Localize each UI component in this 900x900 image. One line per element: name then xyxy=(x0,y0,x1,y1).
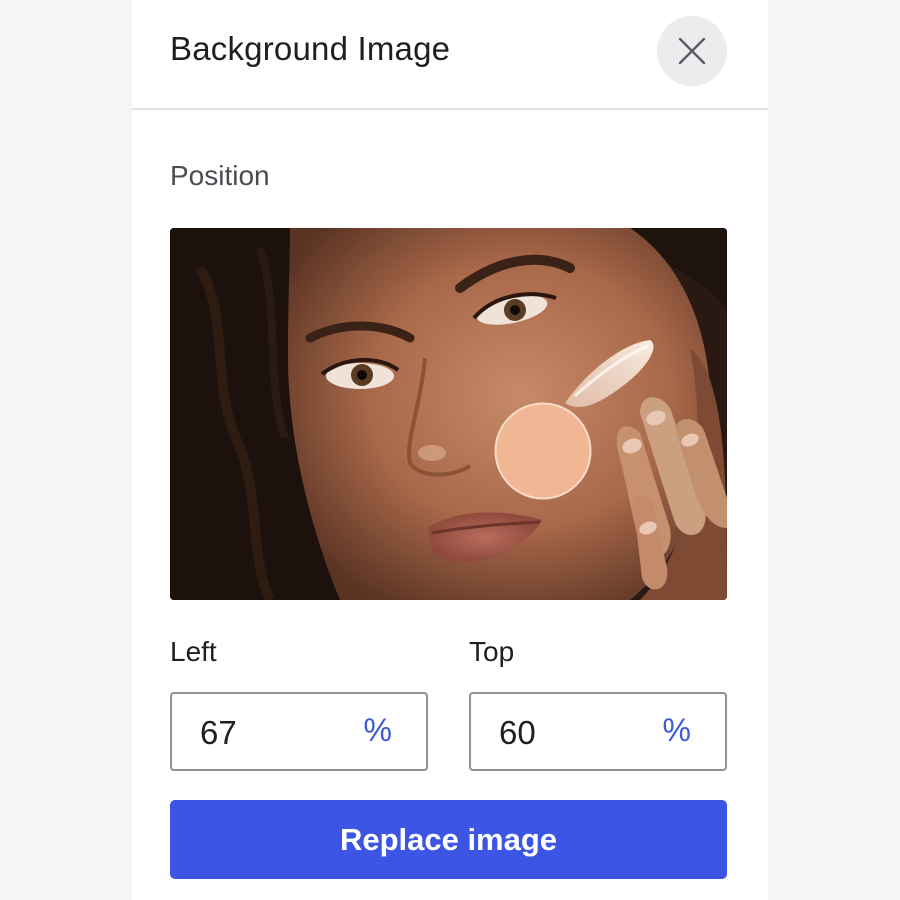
background-image-preview xyxy=(170,228,727,600)
top-field-label: Top xyxy=(469,636,515,667)
panel-header: Background Image xyxy=(132,0,768,110)
replace-image-button[interactable]: Replace image xyxy=(170,800,727,879)
focal-point-picker[interactable] xyxy=(170,228,727,600)
position-label: Position xyxy=(170,160,270,191)
panel-title: Background Image xyxy=(170,30,451,67)
left-unit: % xyxy=(363,712,392,748)
left-value: 67 xyxy=(200,714,237,751)
close-button[interactable] xyxy=(657,16,727,86)
left-percent-input[interactable]: 67 % xyxy=(170,692,428,771)
left-field-label: Left xyxy=(170,636,217,667)
top-percent-input[interactable]: 60 % xyxy=(469,692,727,771)
focal-point-handle[interactable] xyxy=(494,402,592,500)
top-unit: % xyxy=(662,712,691,748)
top-value: 60 xyxy=(499,714,536,751)
background-image-panel: Background Image Position Left 67 % Top … xyxy=(132,0,768,900)
close-icon xyxy=(678,37,706,65)
